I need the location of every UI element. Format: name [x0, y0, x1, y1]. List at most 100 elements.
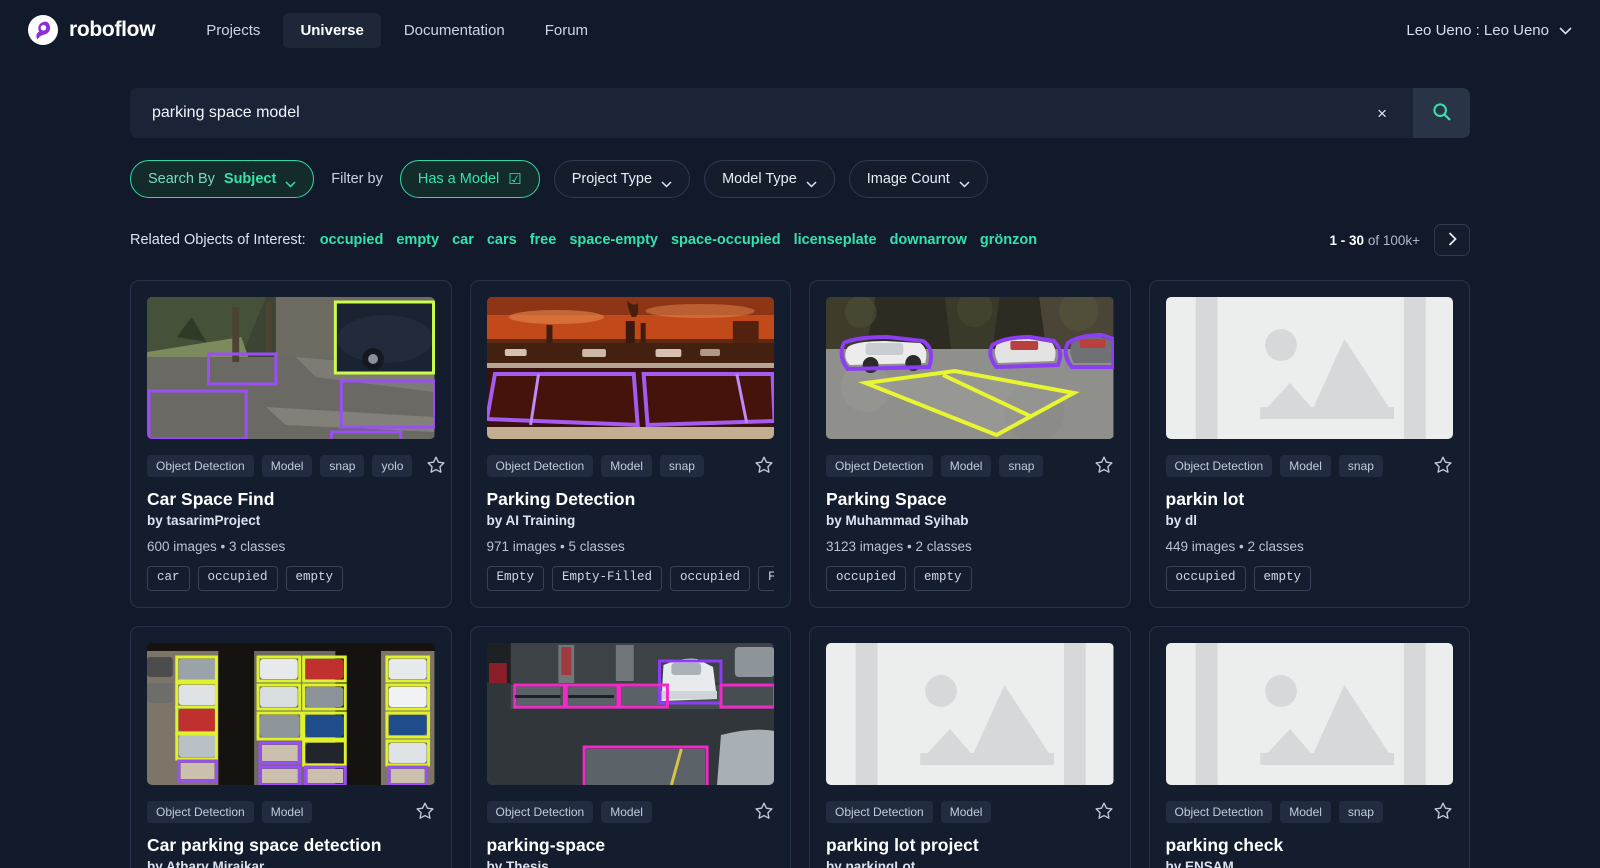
dataset-class-chip[interactable]: car	[147, 566, 190, 591]
dataset-class-chip[interactable]: occupied	[1165, 566, 1246, 591]
dataset-thumbnail[interactable]	[486, 297, 774, 439]
dataset-meta-tag[interactable]: Object Detection	[826, 455, 933, 477]
nav-links: Projects Universe Documentation Forum	[189, 12, 605, 48]
dataset-thumbnail[interactable]	[1165, 643, 1453, 785]
dataset-class-chip[interactable]: Empty-Filled	[552, 566, 663, 591]
dataset-card[interactable]: Object Detection Model snap parking check by…	[1148, 626, 1470, 868]
related-object-tag[interactable]: space-occupied	[671, 232, 781, 248]
dataset-title[interactable]: parking-space	[487, 835, 775, 856]
dataset-class-chip[interactable]: Empty	[486, 566, 545, 591]
dataset-meta-tag[interactable]: snap	[1338, 801, 1383, 823]
dataset-meta-tag[interactable]: Object Detection	[147, 801, 254, 823]
dataset-meta-tag[interactable]: Model	[601, 455, 652, 477]
model-type-filter[interactable]: Model Type	[704, 160, 835, 198]
next-page-button[interactable]	[1434, 224, 1470, 256]
dataset-thumbnail[interactable]	[486, 643, 774, 785]
dataset-author[interactable]: by Atharv Mirajkar	[147, 859, 435, 868]
dataset-card[interactable]: Object Detection Model parking lot project…	[809, 626, 1131, 868]
related-object-tag[interactable]: empty	[396, 232, 439, 248]
dataset-title[interactable]: Parking Detection	[487, 489, 775, 510]
nav-link-projects[interactable]: Projects	[189, 13, 277, 48]
dataset-meta-tag[interactable]: snap	[1338, 455, 1383, 477]
dataset-class-chip[interactable]: occupied	[670, 566, 751, 591]
dataset-meta-tag[interactable]: Object Detection	[1165, 455, 1273, 477]
dataset-author[interactable]: by dl	[1166, 513, 1454, 528]
dataset-meta-tag[interactable]: Object Detection	[826, 801, 933, 823]
dataset-author[interactable]: by AI Training	[487, 513, 775, 528]
nav-link-forum[interactable]: Forum	[528, 13, 605, 48]
dataset-meta-tag[interactable]: Model	[1280, 455, 1331, 477]
favorite-star-button[interactable]	[1087, 800, 1114, 824]
has-a-model-filter[interactable]: Has a Model ☑	[399, 160, 540, 198]
image-count-filter[interactable]: Image Count	[848, 160, 988, 198]
related-object-tag[interactable]: car	[452, 232, 474, 248]
dataset-class-chip[interactable]: Filled	[758, 566, 774, 591]
dataset-meta-tag[interactable]: yolo	[372, 455, 413, 477]
dataset-card[interactable]: Object Detection Model parking-space by The…	[469, 626, 791, 868]
related-object-tag[interactable]: free	[530, 232, 557, 248]
dataset-thumbnail[interactable]	[147, 643, 435, 785]
dataset-title[interactable]: Car Space Find	[147, 489, 435, 510]
related-object-tag[interactable]: cars	[487, 232, 517, 248]
dataset-meta-tag[interactable]: Model	[261, 455, 313, 477]
dataset-thumbnail[interactable]	[826, 297, 1114, 439]
favorite-star-button[interactable]	[408, 800, 435, 824]
search-submit-button[interactable]	[1413, 88, 1470, 138]
dataset-card[interactable]: Object Detection Model snap Parking Detecti…	[469, 280, 791, 608]
dataset-meta-tag[interactable]: Model	[601, 801, 652, 823]
dataset-card[interactable]: Object Detection Model Car parking space d…	[130, 626, 452, 868]
dataset-author[interactable]: by Muhammad Syihab	[826, 513, 1114, 528]
related-object-tag[interactable]: grönzon	[980, 232, 1037, 248]
dataset-meta-tag[interactable]: Model	[940, 801, 992, 823]
related-object-tag[interactable]: downarrow	[890, 232, 967, 248]
dataset-meta-tag[interactable]: Model	[261, 801, 313, 823]
project-type-filter[interactable]: Project Type	[553, 160, 691, 198]
dataset-meta-tag[interactable]: Model	[940, 455, 992, 477]
dataset-title[interactable]: parkin lot	[1166, 489, 1454, 510]
dataset-meta-tag[interactable]: Object Detection	[486, 801, 594, 823]
nav-link-documentation[interactable]: Documentation	[387, 13, 522, 48]
dataset-title[interactable]: Car parking space detection	[147, 835, 435, 856]
dataset-title[interactable]: parking check	[1166, 835, 1454, 856]
search-by-dropdown[interactable]: Search By Subject	[130, 160, 315, 198]
roboflow-logo[interactable]: roboflow	[28, 15, 156, 45]
nav-link-universe[interactable]: Universe	[283, 12, 381, 48]
dataset-meta-tag[interactable]: Object Detection	[486, 455, 594, 477]
dataset-author[interactable]: by parkingLot	[826, 859, 1114, 868]
dataset-class-chip[interactable]: occupied	[197, 566, 278, 591]
dataset-class-chip[interactable]: empty	[285, 566, 344, 591]
dataset-meta-tag[interactable]: snap	[659, 455, 704, 477]
checkbox-checked-icon: ☑	[508, 171, 522, 188]
favorite-star-button[interactable]	[748, 454, 774, 478]
clear-search-button[interactable]: ×	[1367, 105, 1397, 122]
dataset-author[interactable]: by tasarimProject	[147, 513, 435, 528]
dataset-author[interactable]: by Thesis	[487, 859, 775, 868]
dataset-meta-tag[interactable]: snap	[320, 455, 365, 477]
favorite-star-button[interactable]	[1427, 800, 1453, 824]
related-object-tag[interactable]: occupied	[320, 232, 384, 248]
dataset-meta-tag[interactable]: Object Detection	[1165, 801, 1273, 823]
related-object-tag[interactable]: space-empty	[569, 232, 658, 248]
dataset-thumbnail[interactable]	[826, 643, 1114, 785]
favorite-star-button[interactable]	[420, 454, 447, 478]
dataset-author[interactable]: by ENSAM	[1166, 859, 1454, 868]
dataset-class-chip[interactable]: empty	[914, 566, 972, 591]
dataset-meta-tag[interactable]: snap	[999, 455, 1044, 477]
dataset-meta-tag[interactable]: Object Detection	[147, 455, 254, 477]
dataset-class-chip[interactable]: occupied	[826, 566, 907, 591]
search-input[interactable]	[152, 104, 1368, 122]
dataset-meta-tag[interactable]: Model	[1280, 801, 1331, 823]
dataset-title[interactable]: Parking Space	[826, 489, 1114, 510]
dataset-card[interactable]: Object Detection Model snap yolo Car Space F…	[130, 280, 452, 608]
dataset-class-chip[interactable]: empty	[1253, 566, 1312, 591]
dataset-title[interactable]: parking lot project	[826, 835, 1114, 856]
favorite-star-button[interactable]	[1427, 454, 1453, 478]
dataset-card[interactable]: Object Detection Model snap Parking Space by…	[809, 280, 1131, 608]
dataset-thumbnail[interactable]	[147, 297, 435, 439]
favorite-star-button[interactable]	[1087, 454, 1114, 478]
account-menu[interactable]: Leo Ueno : Leo Ueno	[1406, 0, 1572, 60]
dataset-thumbnail[interactable]	[1165, 297, 1453, 439]
related-object-tag[interactable]: licenseplate	[794, 232, 877, 248]
dataset-card[interactable]: Object Detection Model snap parkin lot by dl…	[1148, 280, 1470, 608]
favorite-star-button[interactable]	[748, 800, 774, 824]
